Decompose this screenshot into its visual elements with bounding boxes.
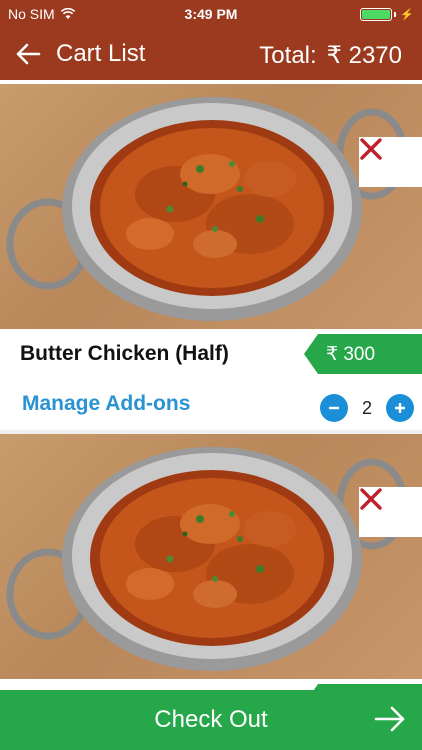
increase-quantity-button[interactable] [386, 394, 414, 422]
list-item: Butter Chicken (Half) ₹ 300 Manage Add-o… [0, 84, 422, 434]
list-item [0, 434, 422, 690]
close-icon [360, 138, 382, 160]
quantity-value: 2 [361, 397, 372, 418]
total-value: ₹ 2370 [326, 42, 402, 69]
wifi-icon [60, 8, 75, 20]
remove-button[interactable] [359, 487, 422, 537]
decrease-quantity-button[interactable] [319, 394, 348, 422]
price-tag: ₹ 300 [304, 334, 422, 374]
checkout-label: Check Out [154, 706, 268, 733]
status-bar: No SIM 3:49 PM ⚡ [0, 0, 422, 28]
charging-icon: ⚡ [400, 8, 414, 21]
carrier-label: No SIM [8, 6, 55, 22]
arrow-left-icon[interactable] [0, 28, 56, 80]
minus-icon [328, 406, 339, 410]
page-title: Cart List [56, 40, 146, 67]
plus-icon [395, 403, 405, 413]
item-name: Butter Chicken (Half) [20, 342, 229, 365]
total-label: Total: [259, 42, 317, 69]
status-left: No SIM [8, 6, 75, 22]
food-image [0, 84, 422, 329]
cart-total: Total: ₹ 2370 [259, 41, 402, 70]
close-icon [360, 488, 382, 510]
remove-button[interactable] [359, 137, 422, 187]
quantity-stepper: 2 [319, 394, 414, 422]
manage-addons-link[interactable]: Manage Add-ons [22, 392, 190, 416]
cart-list[interactable]: Butter Chicken (Half) ₹ 300 Manage Add-o… [0, 84, 422, 690]
food-image [0, 434, 422, 679]
battery-icon: ⚡ [360, 7, 414, 21]
nav-bar: Cart List Total: ₹ 2370 [0, 28, 422, 80]
checkout-button[interactable]: Check Out [0, 690, 422, 750]
arrow-right-icon [374, 705, 406, 738]
